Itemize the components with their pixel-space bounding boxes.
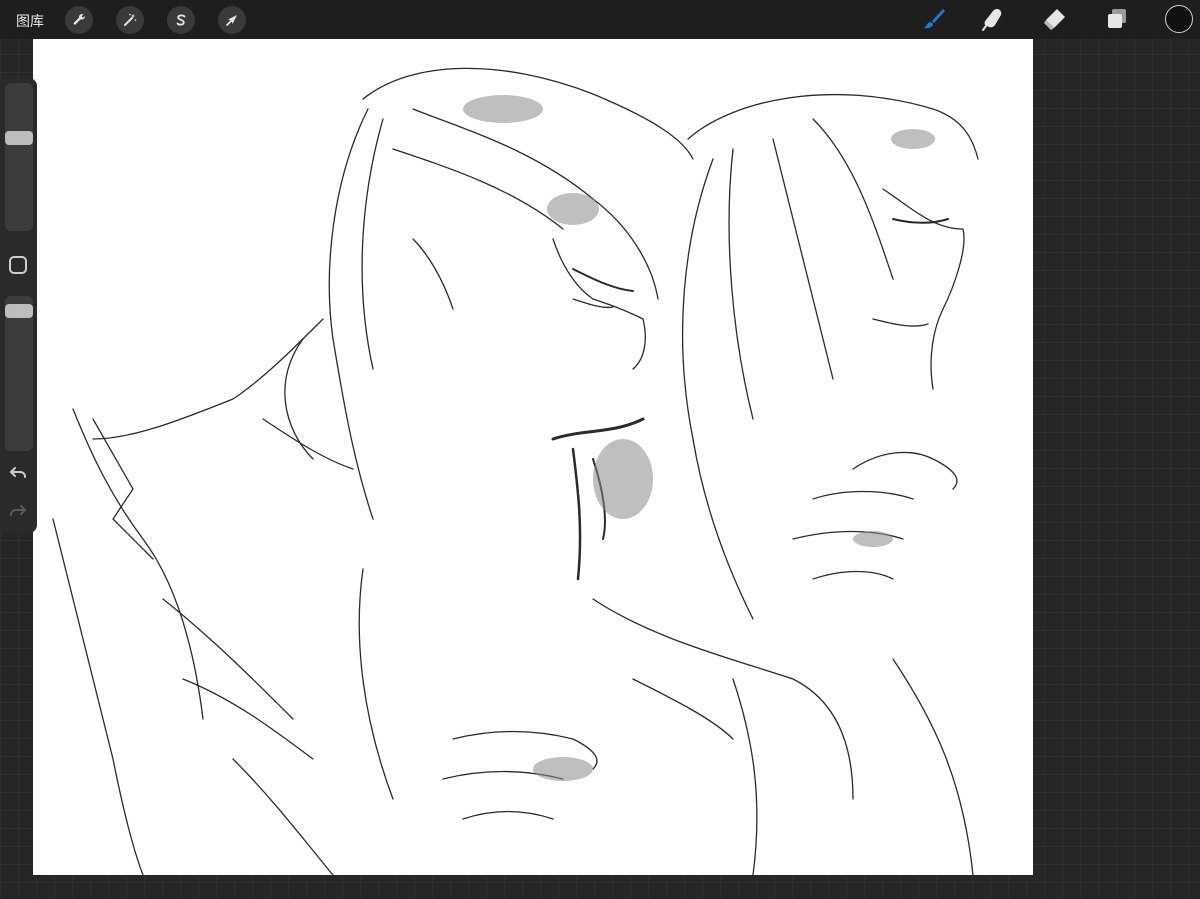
color-circle-icon[interactable] [1165,5,1193,33]
drawing-canvas[interactable] [33,39,1033,875]
layers-icon[interactable] [1104,6,1130,32]
brush-icon[interactable] [921,6,947,32]
undo-icon[interactable] [9,464,27,482]
arrow-cursor-icon[interactable] [218,6,246,34]
magic-wand-icon[interactable] [116,6,144,34]
eraser-icon[interactable] [1042,6,1068,32]
modify-square-icon[interactable] [9,256,27,274]
side-toolbar [0,78,37,533]
opacity-slider[interactable] [5,296,33,451]
sketch-artwork [52,67,979,875]
brush-size-slider[interactable] [5,83,33,231]
wrench-icon[interactable] [65,6,93,34]
redo-icon[interactable] [9,502,27,520]
opacity-thumb[interactable] [5,304,33,318]
gallery-button[interactable]: 图库 [16,11,44,31]
smudge-icon[interactable] [980,6,1006,32]
top-toolbar: 图库 [0,0,1200,39]
brush-size-thumb[interactable] [5,131,33,145]
selection-s-icon[interactable] [167,6,195,34]
